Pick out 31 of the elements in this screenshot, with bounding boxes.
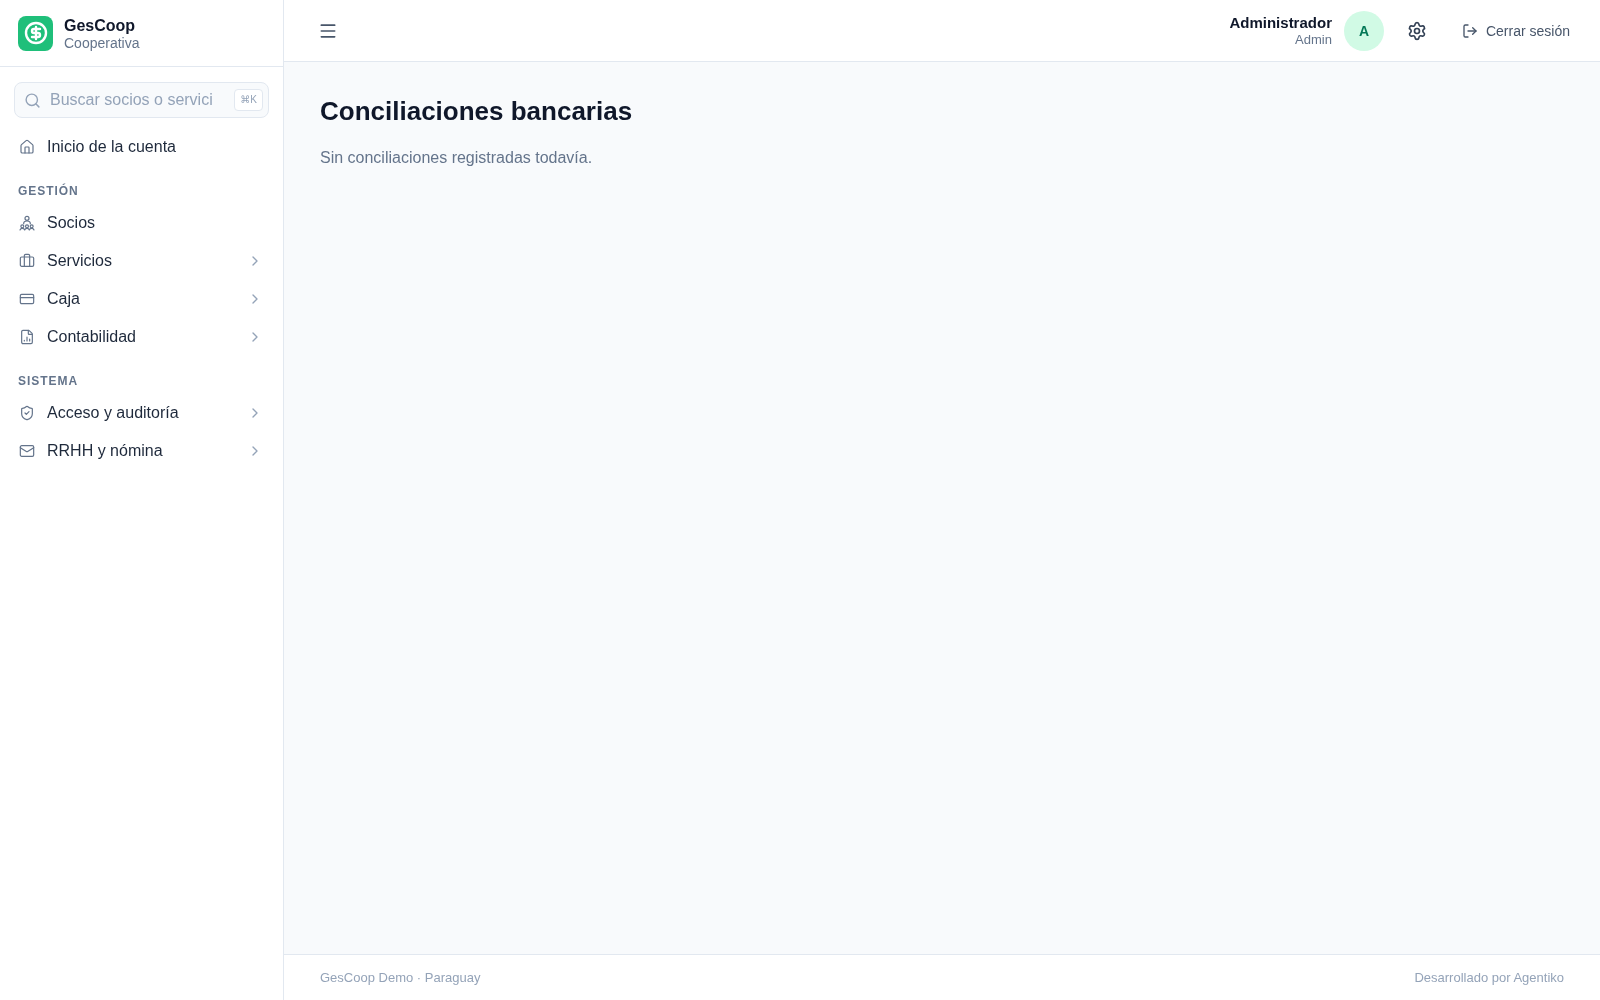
logo-icon [18,15,53,51]
nav-item[interactable]: RRHH y nómina [14,432,269,470]
nav-item[interactable]: Contabilidad [14,318,269,356]
people-icon [19,215,35,231]
nav-item[interactable]: Inicio de la cuenta [14,128,269,166]
shield-check-icon [19,405,35,421]
footer-text: GesCoop Demo · Paraguay [320,970,481,985]
user-name: Administrador [1229,13,1332,32]
user-role: Admin [1295,31,1332,48]
search-icon [24,92,41,109]
home-icon [19,139,35,155]
logout-button[interactable]: Cerrar sesión [1453,14,1578,47]
shortcut-hint: ⌘K [234,89,263,111]
page-title: Conciliaciones bancarias [320,95,633,127]
envelope-icon [19,443,35,459]
nav-item[interactable]: Socios [14,204,269,242]
user-avatar[interactable]: A [1343,10,1384,51]
document-chart-icon [19,329,35,345]
section-heading: GESTIÓN [17,182,80,200]
logout-icon [1461,22,1478,39]
empty-message: Sin conciliaciones registradas todavía. [320,149,593,167]
brand-name: GesCoop [64,16,137,36]
briefcase-icon [19,253,35,269]
nav-item[interactable]: Acceso y auditoría [14,394,269,432]
nav-item[interactable]: Caja [14,280,269,318]
nav-item[interactable]: Servicios [14,242,269,280]
card-icon [19,291,35,307]
footer-credit: Desarrollado por Agentiko [1414,970,1564,985]
section-heading: SISTEMA [17,373,80,390]
brand-subtitle: Cooperativa [64,35,140,52]
gear-icon [1406,20,1427,41]
